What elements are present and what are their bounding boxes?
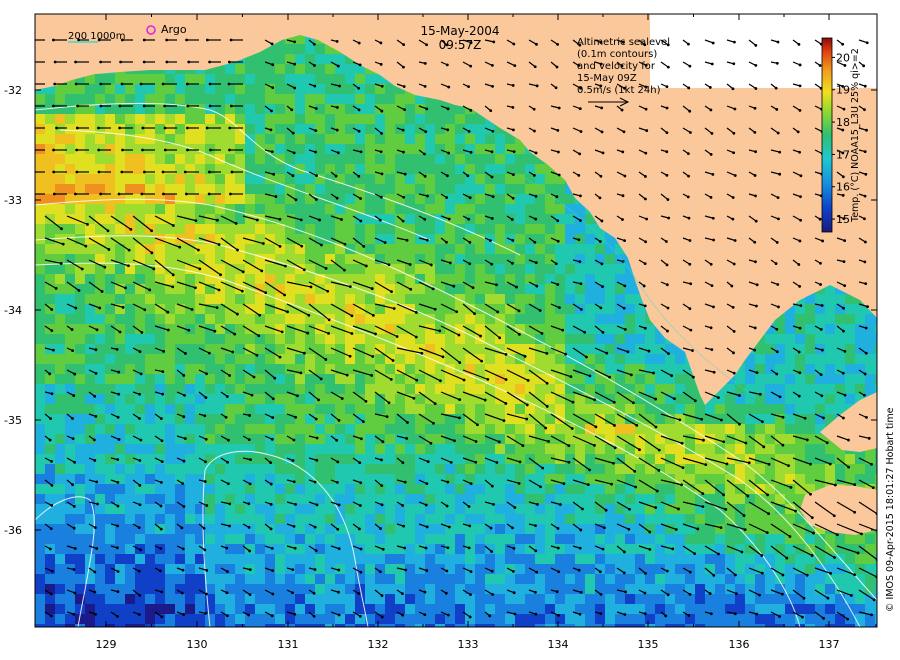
bathymetry-legend-label: 200 1000m — [68, 31, 125, 42]
velocity-note-line: and velocity for — [577, 61, 656, 72]
x-tick-label: 130 — [187, 638, 208, 651]
colorbar-tick-label: 20 — [836, 51, 850, 64]
y-tick-label: -32 — [4, 84, 22, 97]
colorbar-tick-label: 18 — [836, 116, 850, 129]
y-tick-label: -36 — [4, 524, 22, 537]
y-tick-label: -34 — [4, 304, 22, 317]
colorbar — [821, 37, 833, 233]
y-tick-label: -33 — [4, 194, 22, 207]
map-time: 09:57Z — [439, 38, 482, 52]
argo-legend-label: Argo — [161, 23, 187, 36]
credit-text: © IMOS 09-Apr-2015 18:01:27 Hobart time — [885, 407, 896, 612]
velocity-note-line: (0.1m contours) — [577, 49, 657, 60]
colorbar-label: Temp. (°C) NOAA15_L3U 25% qi>=2 — [850, 48, 861, 223]
map-date: 15-May-2004 — [420, 24, 499, 38]
velocity-note-line: 0.5m/s (1kt 24h) — [577, 85, 661, 96]
x-tick-label: 136 — [729, 638, 750, 651]
colorbar-tick-label: 16 — [836, 181, 850, 194]
colorbar-tick-label: 15 — [836, 213, 850, 226]
x-tick-label: 137 — [819, 638, 840, 651]
velocity-note-line: Altimetric sealevel — [577, 37, 670, 48]
x-tick-label: 133 — [458, 638, 479, 651]
x-tick-label: 129 — [96, 638, 117, 651]
y-tick-label: -35 — [4, 414, 22, 427]
x-tick-label: 132 — [368, 638, 389, 651]
colorbar-tick-label: 19 — [836, 84, 850, 97]
sst-map: 129 130 131 132 133 134 135 136 137 -32 -33 -34 -35… — [4, 13, 896, 651]
x-tick-label: 134 — [548, 638, 569, 651]
velocity-note-line: 15-May 09Z — [577, 73, 637, 84]
colorbar-tick-label: 17 — [836, 148, 850, 161]
x-tick-label: 131 — [278, 638, 299, 651]
x-tick-label: 135 — [638, 638, 659, 651]
